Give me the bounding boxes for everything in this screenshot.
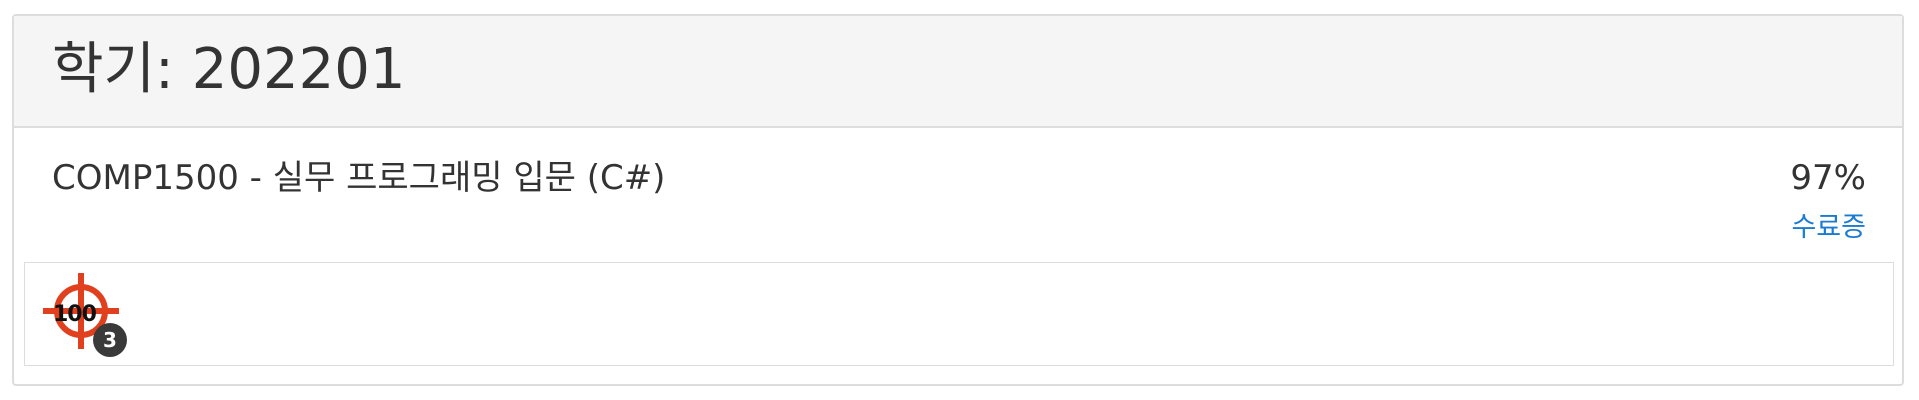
badge-count: 3 — [93, 323, 127, 357]
certificate-link[interactable]: 수료증 — [1791, 212, 1866, 244]
semester-title: 학기: 202201 — [52, 37, 406, 102]
semester-heading: 학기: 202201 — [14, 16, 1902, 128]
semester-panel: 학기: 202201 COMP1500 - 실무 프로그래밍 입문 (C#) 9… — [12, 14, 1904, 386]
course-name: COMP1500 - 실무 프로그래밍 입문 (C#) — [52, 158, 666, 198]
badge-award[interactable]: 100 3 — [41, 271, 131, 361]
badge-label: 100 — [53, 302, 97, 327]
course-score: 97% — [1790, 158, 1866, 198]
badge-well: 100 3 — [24, 262, 1894, 366]
